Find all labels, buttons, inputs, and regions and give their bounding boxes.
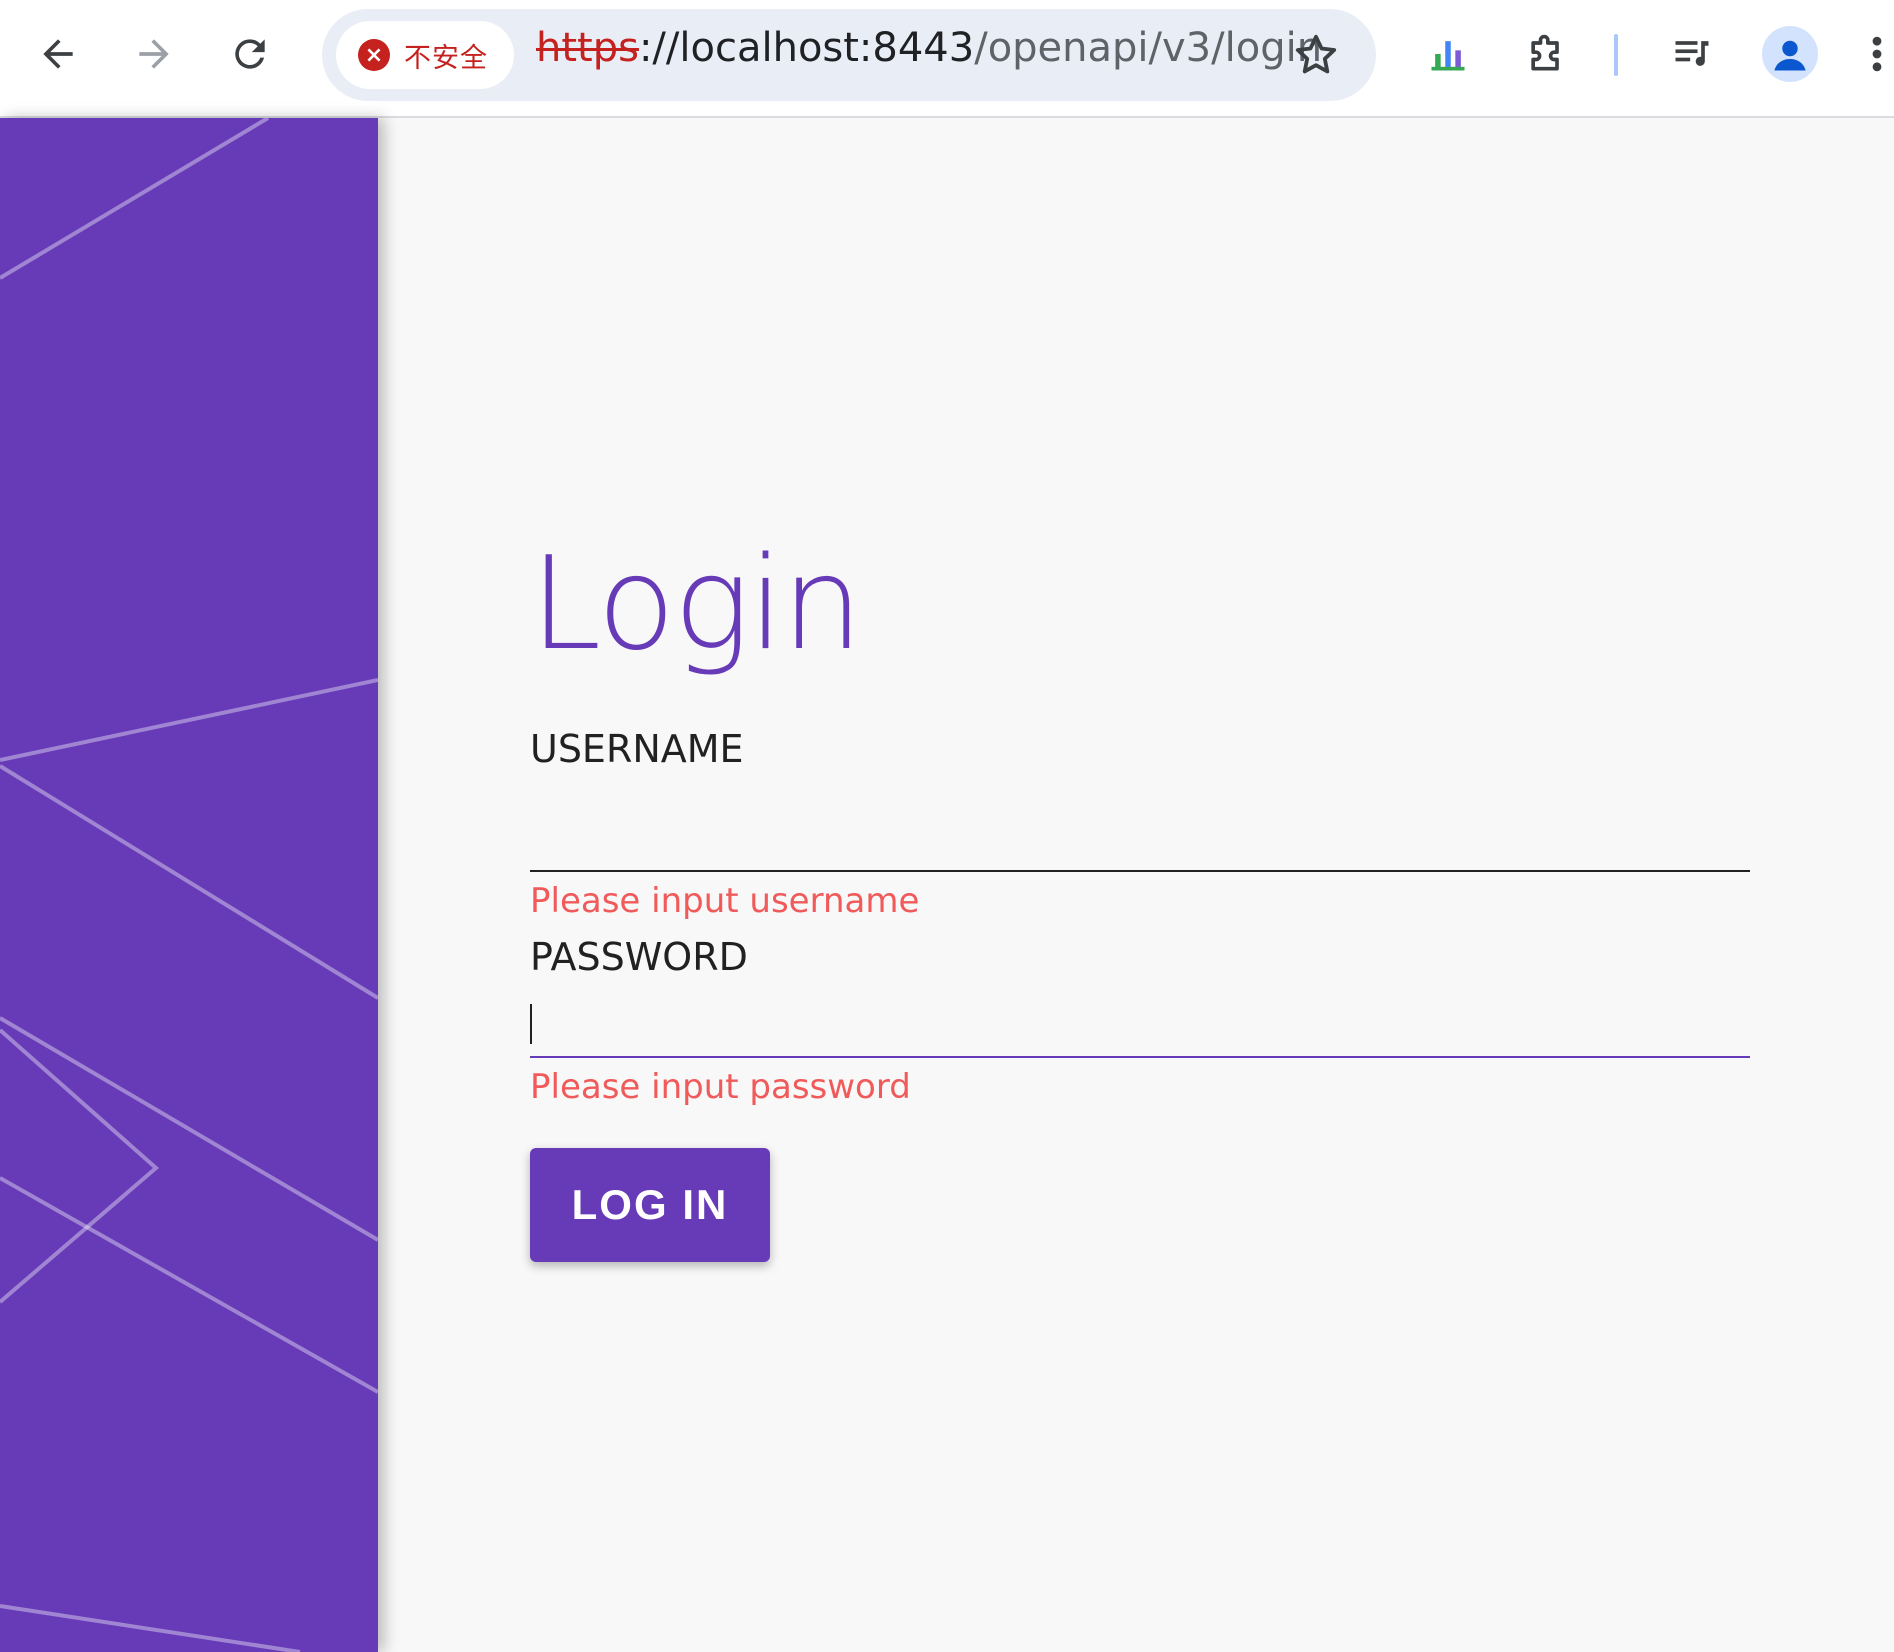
media-controls-button[interactable] — [1656, 18, 1728, 90]
geometric-lines-pattern — [0, 118, 378, 1652]
browser-toolbar: × 不安全 https://localhost:8443/openapi/v3/… — [0, 0, 1894, 118]
back-button[interactable] — [22, 18, 94, 90]
bookmark-button[interactable] — [1284, 23, 1348, 87]
login-form: Login USERNAME Please input username PAS… — [530, 520, 1750, 1262]
security-indicator[interactable]: × 不安全 — [336, 21, 514, 89]
decorative-side-panel — [0, 118, 378, 1652]
page-title: Login — [530, 530, 863, 679]
url-scheme: https — [536, 25, 639, 71]
profile-button[interactable] — [1762, 26, 1818, 82]
browser-menu-button[interactable] — [1860, 18, 1894, 90]
text-caret — [530, 1004, 532, 1044]
password-input[interactable] — [530, 988, 1750, 1058]
extensions-button[interactable] — [1510, 18, 1582, 90]
url-text[interactable]: https://localhost:8443/openapi/v3/login — [536, 25, 1322, 85]
toolbar-divider — [1614, 34, 1618, 76]
forward-button[interactable] — [118, 18, 190, 90]
security-label: 不安全 — [404, 42, 488, 74]
password-error: Please input password — [530, 1067, 911, 1107]
username-error: Please input username — [530, 881, 920, 921]
login-button[interactable]: LOG IN — [530, 1148, 770, 1262]
username-input[interactable] — [530, 802, 1750, 872]
password-field-wrapper — [530, 988, 1750, 1058]
chart-extension-button[interactable] — [1412, 18, 1484, 90]
queue-music-icon — [1675, 41, 1709, 66]
three-dots-vertical-icon — [1872, 36, 1882, 72]
url-host: ://localhost:8443 — [638, 25, 975, 71]
puzzle-piece-icon — [1531, 34, 1559, 71]
reload-icon — [235, 39, 265, 69]
address-bar[interactable]: × 不安全 https://localhost:8443/openapi/v3/… — [322, 9, 1376, 101]
arrow-right-icon — [139, 39, 169, 69]
username-label: USERNAME — [530, 727, 744, 771]
bar-chart-extension-icon — [1431, 41, 1465, 71]
error-circle-icon: × — [358, 39, 390, 71]
star-outline-icon — [1295, 34, 1337, 74]
reload-button[interactable] — [214, 18, 286, 90]
password-label: PASSWORD — [530, 935, 748, 979]
arrow-left-icon — [43, 39, 73, 69]
url-path: /openapi/v3/login — [974, 25, 1323, 71]
person-icon — [1774, 40, 1806, 71]
